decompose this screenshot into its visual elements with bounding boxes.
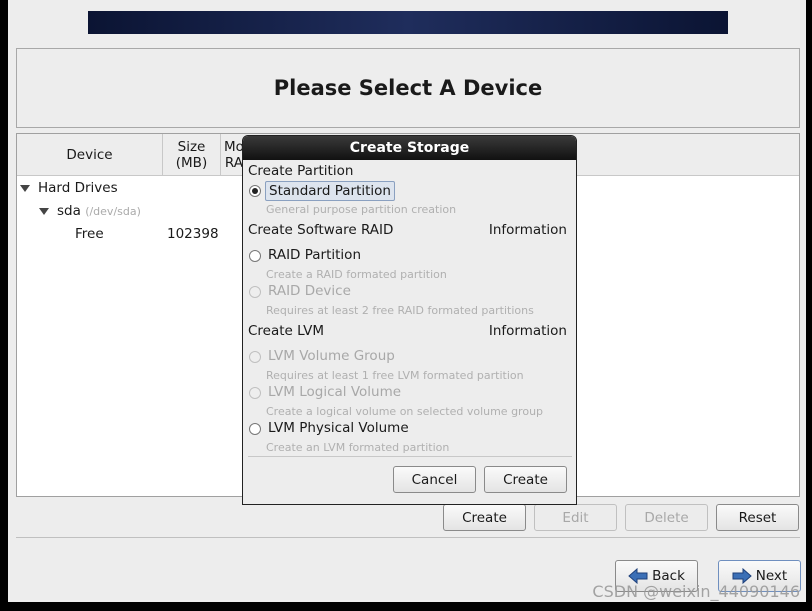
lvm-logical-volume-radio[interactable] (249, 387, 261, 399)
delete-button[interactable]: Delete (625, 504, 708, 531)
edit-button[interactable]: Edit (534, 504, 617, 531)
row-label: sda (57, 203, 81, 219)
device-path: (/dev/sda) (85, 205, 141, 218)
standard-partition-label[interactable]: Standard Partition (265, 181, 395, 201)
standard-partition-radio[interactable] (249, 185, 261, 197)
watermark: CSDN @weixin_44090146 (592, 582, 800, 601)
raid-partition-radio[interactable] (249, 250, 261, 262)
create-button[interactable]: Create (443, 504, 526, 531)
page-title: Please Select A Device (16, 48, 800, 128)
create-partition-heading: Create Partition (248, 163, 354, 179)
raid-partition-label[interactable]: RAID Partition (268, 247, 361, 263)
tree-row-free[interactable]: Free (75, 223, 104, 245)
lvm-volume-group-desc: Requires at least 1 free LVM formated pa… (266, 369, 524, 382)
banner (88, 11, 728, 34)
lvm-logical-volume-desc: Create a logical volume on selected volu… (266, 405, 544, 418)
expander-icon[interactable] (20, 184, 30, 192)
raid-information: Information (488, 222, 567, 238)
raid-device-radio[interactable] (249, 286, 261, 298)
dialog-title: Create Storage (243, 136, 576, 160)
lvm-physical-volume-radio[interactable] (249, 423, 261, 435)
expander-icon[interactable] (39, 207, 49, 215)
column-header-device[interactable]: Device (17, 134, 163, 176)
lvm-logical-volume-label[interactable]: LVM Logical Volume (268, 384, 401, 400)
raid-device-desc: Requires at least 2 free RAID formated p… (266, 304, 534, 317)
tree-row-sda[interactable]: sda (/dev/sda) (39, 200, 141, 222)
tree-row-hard-drives[interactable]: Hard Drives (20, 177, 118, 199)
lvm-physical-volume-desc: Create an LVM formated partition (266, 441, 450, 454)
raid-partition-desc: Create a RAID formated partition (266, 268, 447, 281)
lvm-information: Information (488, 323, 567, 339)
raid-device-label[interactable]: RAID Device (268, 283, 351, 299)
separator (16, 537, 800, 538)
create-lvm-heading: Create LVM (248, 323, 325, 339)
free-size: 102398 (167, 226, 219, 242)
standard-partition-desc: General purpose partition creation (266, 203, 457, 216)
lvm-volume-group-label[interactable]: LVM Volume Group (268, 348, 395, 364)
dialog-separator (248, 456, 572, 457)
lvm-volume-group-radio[interactable] (249, 351, 261, 363)
column-header-size[interactable]: Size (MB) (163, 134, 221, 176)
row-label: Hard Drives (38, 180, 118, 196)
reset-button[interactable]: Reset (716, 504, 799, 531)
row-label: Free (75, 226, 104, 242)
create-storage-dialog: Create Storage Create Partition Standard… (242, 135, 577, 505)
dialog-create-button[interactable]: Create (484, 466, 567, 493)
dialog-cancel-button[interactable]: Cancel (393, 466, 476, 493)
create-raid-heading: Create Software RAID (248, 222, 394, 238)
lvm-physical-volume-label[interactable]: LVM Physical Volume (268, 420, 409, 436)
